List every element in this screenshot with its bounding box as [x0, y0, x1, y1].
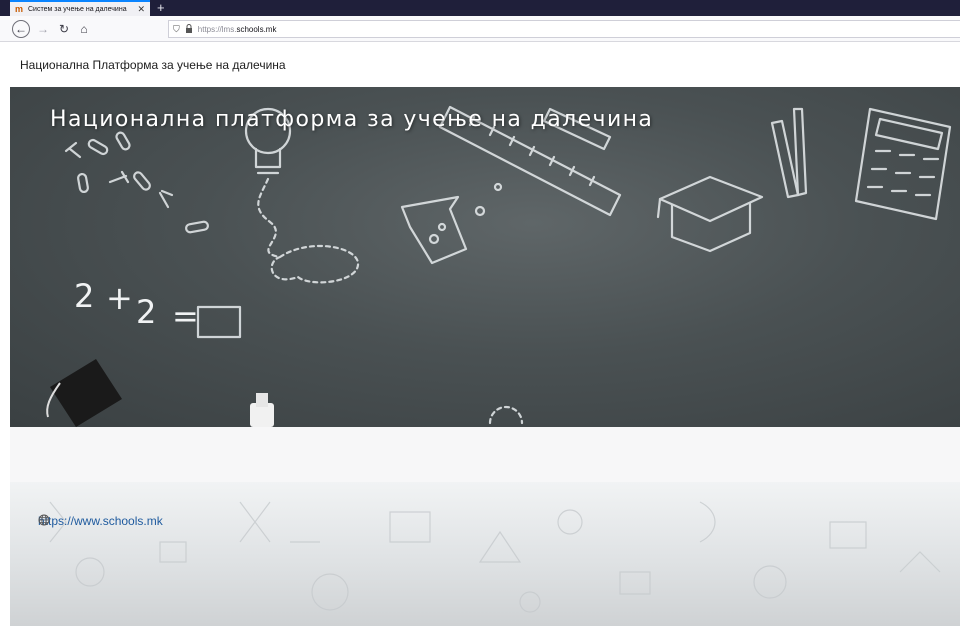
home-icon[interactable]: ⌂	[75, 20, 93, 38]
browser-nav-bar: ← → ↻ ⌂ ⛉ https://lms.schools.mk	[0, 16, 960, 42]
hero-title: Национална платформа за учење на далечин…	[50, 107, 654, 132]
website-link[interactable]: https://www.schools.mk	[38, 514, 163, 528]
lightbulb-drawing	[244, 107, 360, 284]
site-name-link[interactable]: Национална Платформа за учење на далечин…	[20, 58, 286, 72]
flask-drawing	[400, 182, 503, 265]
equation-right: 2	[136, 293, 156, 331]
hero-banner: 2 + 2 = Национална платформа за учење на…	[10, 87, 960, 427]
reload-icon[interactable]: ↻	[55, 20, 73, 38]
footer: https://www.schools.mk	[10, 482, 960, 626]
close-tab-icon[interactable]: ✕	[137, 4, 145, 14]
doodle-pattern	[49, 501, 941, 613]
equation-plus: +	[106, 279, 133, 317]
browser-tab[interactable]: m Систем за учење на далечина ✕	[10, 0, 150, 16]
paperclips-drawing	[64, 131, 209, 234]
equation-box-drawing	[196, 305, 242, 339]
chalk-drawing	[250, 393, 274, 427]
content-spacer	[10, 427, 960, 482]
new-tab-button[interactable]: +	[157, 1, 165, 14]
chalkboard-illustration: 2 + 2 =	[46, 105, 952, 427]
browser-tab-bar: m Систем за учење на далечина ✕ +	[0, 0, 960, 16]
binder-clip-drawing	[46, 359, 122, 427]
pencils-drawing	[770, 107, 808, 199]
graduation-cap-drawing	[656, 175, 764, 253]
tab-title: Систем за учење на далечина	[28, 5, 127, 13]
shield-icon[interactable]: ⛉	[173, 24, 180, 34]
equation-equals: =	[172, 297, 199, 335]
url-prefix: https://lms.	[197, 24, 237, 34]
forward-arrow-icon[interactable]: →	[34, 20, 52, 38]
url-domain: schools.mk	[236, 24, 277, 34]
calculator-drawing	[854, 107, 952, 221]
lock-icon[interactable]	[185, 23, 193, 35]
site-header: Национална Платформа за учење на далечин…	[10, 43, 960, 87]
website-url[interactable]: https://www.schools.mk	[38, 514, 163, 528]
back-arrow-icon[interactable]: ←	[12, 20, 30, 38]
url-text: https://lms.schools.mk	[198, 25, 277, 34]
globe-icon	[38, 514, 50, 526]
address-bar[interactable]: ⛉ https://lms.schools.mk	[168, 20, 960, 38]
moodle-icon: m	[15, 3, 24, 14]
equation-left: 2	[74, 277, 94, 315]
